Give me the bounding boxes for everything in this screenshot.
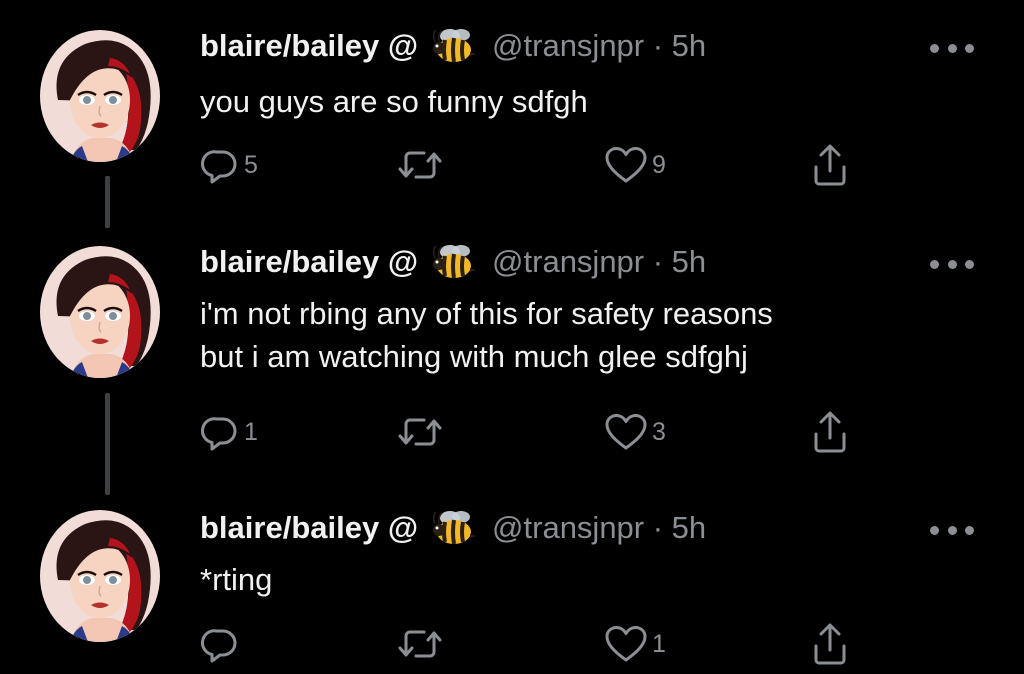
avatar-image [40,510,160,642]
handle-timestamp[interactable]: @transjnpr · 5h [492,244,706,280]
handle-timestamp[interactable]: @transjnpr · 5h [492,28,706,64]
avatar-image [40,246,160,378]
reply-icon [200,624,240,664]
tweet-2[interactable]: blaire/bailey @ @transjnpr · 5h i'm not … [0,230,1024,490]
display-name[interactable]: blaire/bailey @ [200,244,418,280]
tweet-text: i'm not rbing any of this for safety rea… [200,296,773,374]
retweet-button[interactable] [396,622,444,666]
reply-icon [200,145,240,185]
tweet-header: blaire/bailey @ @transjnpr · 5h [200,242,706,282]
display-name[interactable]: blaire/bailey @ [200,510,418,546]
tweet-header: blaire/bailey @ @transjnpr · 5h [200,508,706,548]
retweet-icon [396,145,444,185]
reply-button[interactable]: 5 [200,143,258,187]
tweet-actions: 5 9 [200,143,880,187]
share-icon [810,622,850,666]
avatar[interactable] [40,510,160,642]
retweet-button[interactable] [396,143,444,187]
display-name[interactable]: blaire/bailey @ [200,28,418,64]
handle-timestamp[interactable]: @transjnpr · 5h [492,510,706,546]
tweet-actions: 1 [200,622,880,666]
share-icon [810,410,850,454]
like-count: 3 [652,417,666,446]
retweet-icon [396,624,444,664]
like-button[interactable]: 3 [604,410,666,454]
tweet-text: you guys are so funny sdfgh [200,84,588,119]
share-button[interactable] [810,622,850,666]
avatar-image [40,30,160,162]
reply-button[interactable] [200,622,244,666]
like-button[interactable]: 1 [604,622,666,666]
heart-icon [604,145,648,185]
like-button[interactable]: 9 [604,143,666,187]
reply-icon [200,412,240,452]
like-count: 9 [652,150,666,179]
heart-icon [604,624,648,664]
more-options-icon[interactable] [930,38,974,58]
tweet-actions: 1 3 [200,410,880,454]
tweet-header: blaire/bailey @ @transjnpr · 5h [200,26,706,66]
tweet-3[interactable]: blaire/bailey @ @transjnpr · 5h *rting 1 [0,496,1024,674]
share-button[interactable] [810,410,850,454]
tweet-1[interactable]: blaire/bailey @ @transjnpr · 5h you guys… [0,0,1024,210]
avatar[interactable] [40,246,160,378]
share-icon [810,143,850,187]
bee-emoji-icon [430,26,478,66]
reply-count: 1 [244,417,258,446]
bee-emoji-icon [430,508,478,548]
bee-emoji-icon [430,242,478,282]
reply-button[interactable]: 1 [200,410,258,454]
retweet-icon [396,412,444,452]
heart-icon [604,412,648,452]
retweet-button[interactable] [396,410,444,454]
share-button[interactable] [810,143,850,187]
tweet-text: *rting [200,562,273,597]
like-count: 1 [652,629,666,658]
more-options-icon[interactable] [930,520,974,540]
more-options-icon[interactable] [930,254,974,274]
reply-count: 5 [244,150,258,179]
avatar[interactable] [40,30,160,162]
